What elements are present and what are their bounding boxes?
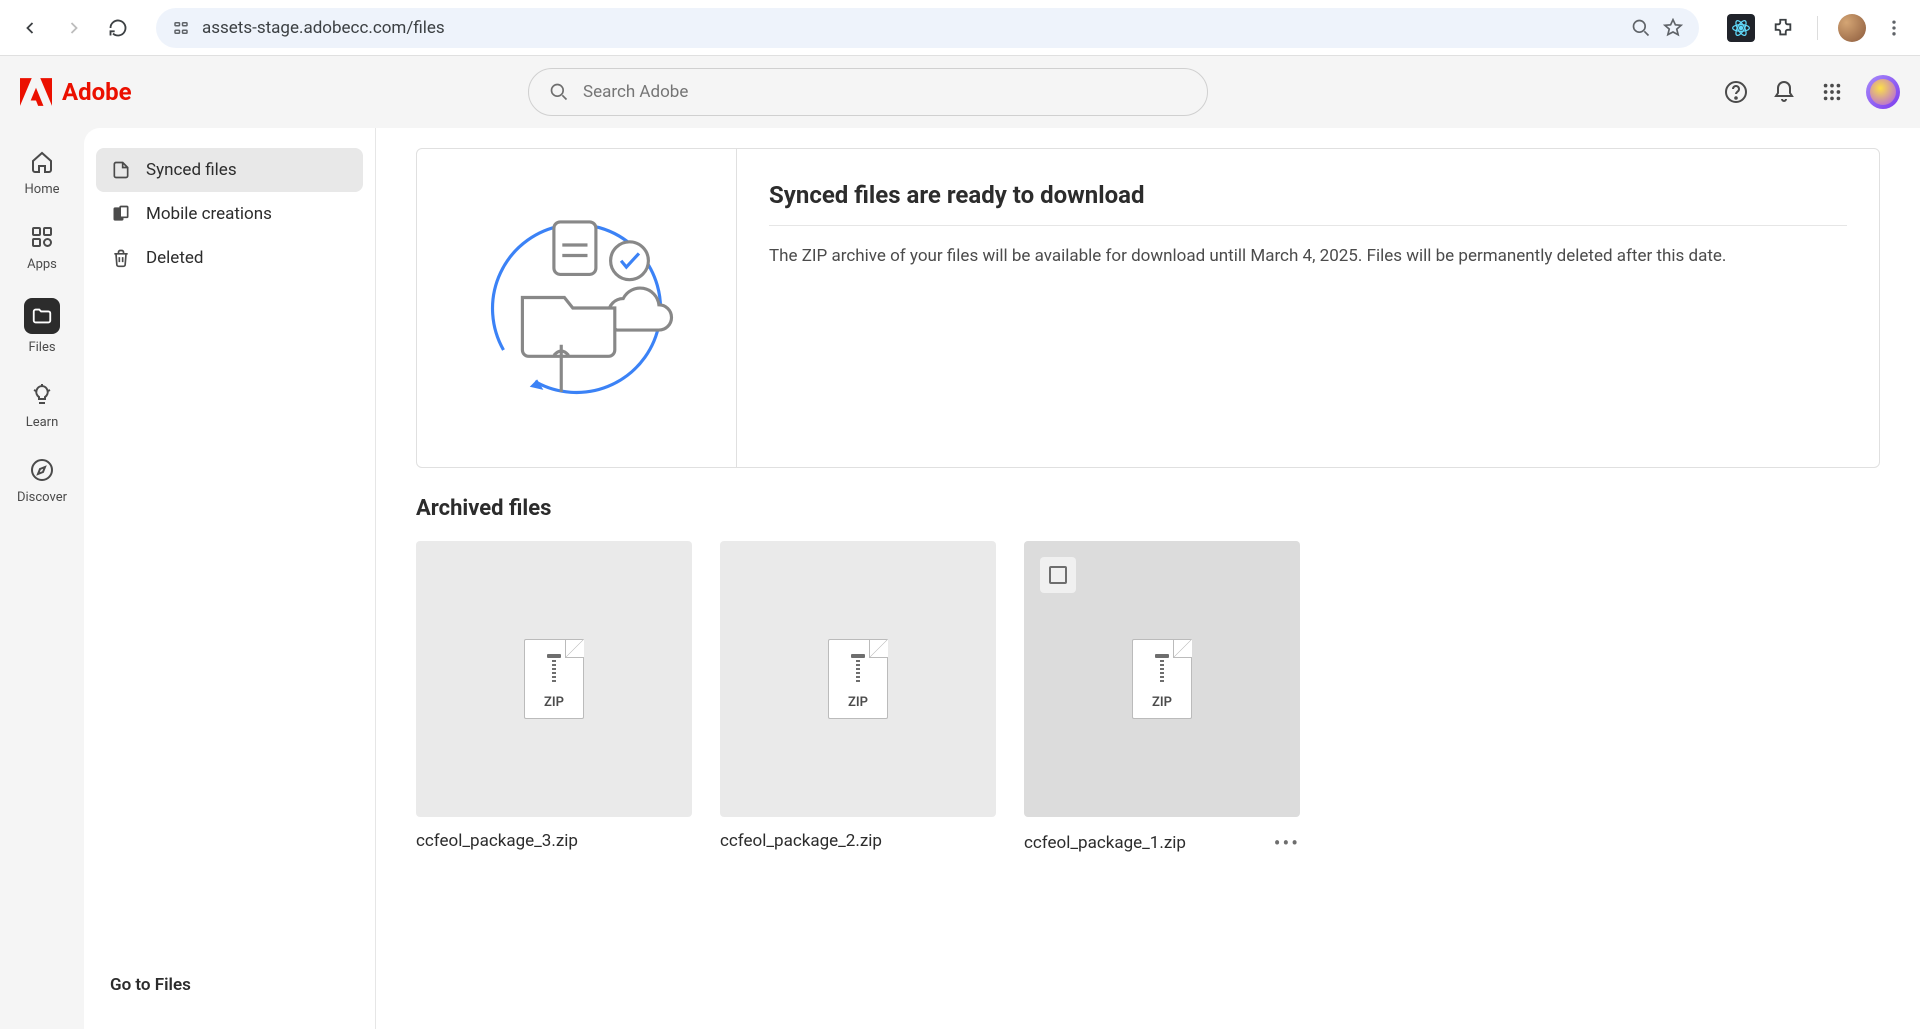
rail-apps[interactable]: Apps xyxy=(27,223,57,272)
file-thumbnail[interactable]: ZIP xyxy=(720,541,996,817)
sidebar: Synced files Mobile creations Deleted Go… xyxy=(84,128,376,1029)
notifications-icon[interactable] xyxy=(1770,78,1798,106)
rail-label: Home xyxy=(25,182,60,197)
browser-toolbar: assets-stage.adobecc.com/files xyxy=(0,0,1920,56)
file-name: ccfeol_package_1.zip xyxy=(1024,833,1186,853)
home-icon xyxy=(28,148,56,176)
zoom-icon[interactable] xyxy=(1631,18,1651,38)
file-thumbnail[interactable]: ZIP xyxy=(416,541,692,817)
zip-label: ZIP xyxy=(544,695,564,710)
left-rail: Home Apps Files Learn Discover xyxy=(0,128,84,1029)
search-icon xyxy=(549,82,569,102)
app-header: Adobe xyxy=(0,56,1920,128)
select-checkbox[interactable] xyxy=(1040,557,1076,593)
adobe-logo[interactable]: Adobe xyxy=(20,78,400,106)
trash-icon xyxy=(110,247,132,269)
site-settings-icon xyxy=(172,19,190,37)
zip-label: ZIP xyxy=(848,695,868,710)
address-bar[interactable]: assets-stage.adobecc.com/files xyxy=(156,8,1699,48)
file-grid: ZIP ccfeol_package_3.zip ZIP xyxy=(416,541,1880,855)
zip-icon: ZIP xyxy=(828,639,888,719)
back-button[interactable] xyxy=(12,10,48,46)
search-box[interactable] xyxy=(528,68,1208,116)
main-body: Synced files are ready to download The Z… xyxy=(376,128,1920,1029)
mobile-icon xyxy=(110,203,132,225)
banner-illustration xyxy=(417,149,737,467)
banner-title: Synced files are ready to download xyxy=(769,181,1847,226)
zip-icon: ZIP xyxy=(1132,639,1192,719)
more-actions-button[interactable]: ••• xyxy=(1274,831,1300,855)
search-input[interactable] xyxy=(583,82,1187,102)
rail-learn[interactable]: Learn xyxy=(26,381,59,430)
file-thumbnail[interactable]: ZIP xyxy=(1024,541,1300,817)
adobe-mark-icon xyxy=(20,78,52,106)
rail-label: Learn xyxy=(26,415,59,430)
chrome-menu-button[interactable] xyxy=(1880,14,1908,42)
user-avatar[interactable] xyxy=(1866,75,1900,109)
react-devtools-icon[interactable] xyxy=(1727,14,1755,42)
zip-icon: ZIP xyxy=(524,639,584,719)
rail-files[interactable]: Files xyxy=(24,298,60,355)
zip-label: ZIP xyxy=(1152,695,1172,710)
file-card: ZIP ccfeol_package_2.zip xyxy=(720,541,996,855)
bookmark-star-icon[interactable] xyxy=(1663,18,1683,38)
rail-home[interactable]: Home xyxy=(25,148,60,197)
banner-description: The ZIP archive of your files will be av… xyxy=(769,226,1749,270)
file-name: ccfeol_package_3.zip xyxy=(416,831,578,851)
apps-grid-icon[interactable] xyxy=(1818,78,1846,106)
learn-icon xyxy=(28,381,56,409)
sidebar-item-synced-files[interactable]: Synced files xyxy=(96,148,363,192)
file-name: ccfeol_package_2.zip xyxy=(720,831,882,851)
content-panel: Synced files Mobile creations Deleted Go… xyxy=(84,128,1920,1029)
rail-label: Discover xyxy=(17,490,67,505)
reload-button[interactable] xyxy=(100,10,136,46)
file-card: ZIP ccfeol_package_3.zip xyxy=(416,541,692,855)
help-icon[interactable] xyxy=(1722,78,1750,106)
discover-icon xyxy=(28,456,56,484)
toolbar-divider xyxy=(1817,16,1818,40)
file-card: ZIP ccfeol_package_1.zip ••• xyxy=(1024,541,1300,855)
apps-icon xyxy=(28,223,56,251)
chrome-profile-avatar[interactable] xyxy=(1838,14,1866,42)
sidebar-item-label: Synced files xyxy=(146,160,237,180)
rail-discover[interactable]: Discover xyxy=(17,456,67,505)
sidebar-item-deleted[interactable]: Deleted xyxy=(96,236,363,280)
sidebar-item-label: Deleted xyxy=(146,248,203,268)
brand-name: Adobe xyxy=(62,78,132,106)
file-icon xyxy=(110,159,132,181)
sidebar-item-label: Mobile creations xyxy=(146,204,272,224)
sidebar-item-mobile-creations[interactable]: Mobile creations xyxy=(96,192,363,236)
url-text: assets-stage.adobecc.com/files xyxy=(202,18,1619,38)
files-icon xyxy=(24,298,60,334)
go-to-files-link[interactable]: Go to Files xyxy=(96,961,363,1009)
forward-button[interactable] xyxy=(56,10,92,46)
download-banner: Synced files are ready to download The Z… xyxy=(416,148,1880,468)
rail-label: Apps xyxy=(27,257,57,272)
archived-section-title: Archived files xyxy=(416,496,1880,521)
rail-label: Files xyxy=(28,340,55,355)
extensions-icon[interactable] xyxy=(1769,14,1797,42)
